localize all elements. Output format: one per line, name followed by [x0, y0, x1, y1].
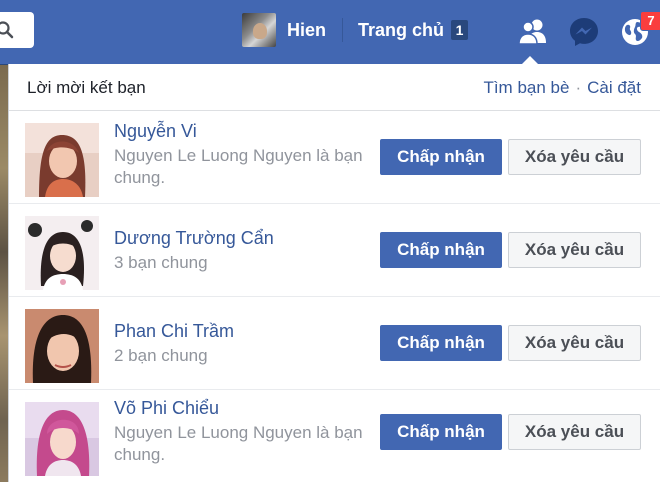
profile-link[interactable]: Hien [242, 12, 326, 48]
dropdown-title: Lời mời kết bạn [27, 78, 146, 97]
profile-name[interactable]: Hien [287, 20, 326, 41]
avatar[interactable] [242, 13, 276, 47]
messenger-icon[interactable] [566, 14, 602, 50]
dropdown-header: Lời mời kết bạn Tìm bạn bè · Cài đặt [9, 64, 660, 111]
mutual-friends-text: Nguyen Le Luong Nguyen là bạn chung. [114, 423, 363, 464]
header-links: Tìm bạn bè · Cài đặt [483, 78, 641, 98]
friend-requests-dropdown: Lời mời kết bạn Tìm bạn bè · Cài đặt Nguyễ… [8, 64, 660, 482]
requester-photo[interactable] [25, 402, 99, 476]
settings-link[interactable]: Cài đặt [587, 78, 641, 97]
requester-photo[interactable] [25, 216, 99, 290]
find-friends-link[interactable]: Tìm bạn bè [483, 78, 569, 97]
home-label[interactable]: Trang chủ [358, 20, 444, 41]
mutual-friends-text: 2 bạn chung [114, 346, 208, 365]
home-count-badge: 1 [451, 20, 469, 40]
accept-button[interactable]: Chấp nhận [380, 232, 502, 268]
mutual-friends-text: 3 bạn chung [114, 253, 208, 272]
requester-name[interactable]: Phan Chi Trầm [114, 321, 234, 342]
requester-name[interactable]: Dương Trường Cẩn [114, 228, 274, 249]
friends-icon[interactable] [515, 14, 551, 50]
delete-request-button[interactable]: Xóa yêu cầu [508, 232, 641, 268]
mutual-friends-text: Nguyen Le Luong Nguyen là bạn chung. [114, 146, 363, 187]
friend-request-item: Phan Chi Trầm 2 bạn chung Chấp nhận Xóa … [9, 297, 660, 390]
accept-button[interactable]: Chấp nhận [380, 139, 502, 175]
friend-request-item: Dương Trường Cẩn 3 bạn chung Chấp nhận X… [9, 204, 660, 297]
delete-request-button[interactable]: Xóa yêu cầu [508, 139, 641, 175]
friend-request-item: Võ Phi Chiểu Nguyen Le Luong Nguyen là b… [9, 390, 660, 482]
requester-photo[interactable] [25, 123, 99, 197]
top-navigation-bar: Hien Trang chủ 1 7 [0, 0, 660, 65]
nav-divider [342, 18, 343, 42]
notification-count-badge: 7 [640, 11, 660, 31]
background-photo-strip [0, 64, 8, 482]
accept-button[interactable]: Chấp nhận [380, 325, 502, 361]
accept-button[interactable]: Chấp nhận [380, 414, 502, 450]
home-link[interactable]: Trang chủ 1 [358, 18, 469, 42]
delete-request-button[interactable]: Xóa yêu cầu [508, 325, 641, 361]
friend-request-item: Nguyễn Vi Nguyen Le Luong Nguyen là bạn … [9, 111, 660, 204]
requester-photo[interactable] [25, 309, 99, 383]
requester-name[interactable]: Nguyễn Vi [114, 121, 197, 142]
link-separator: · [575, 78, 582, 97]
delete-request-button[interactable]: Xóa yêu cầu [508, 414, 641, 450]
requester-name[interactable]: Võ Phi Chiểu [114, 398, 219, 419]
search-input[interactable] [0, 12, 34, 48]
